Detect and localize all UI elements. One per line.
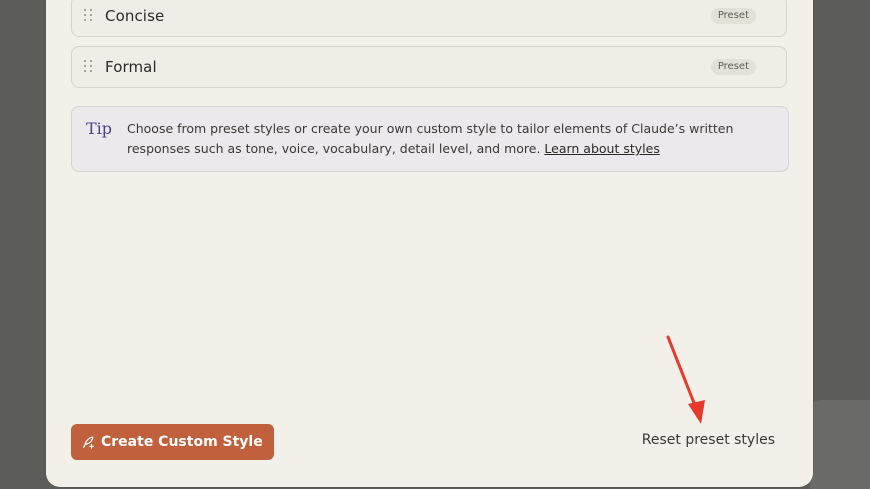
style-item-formal[interactable]: Formal Preset: [71, 46, 787, 88]
tip-text: Choose from preset styles or create your…: [127, 119, 777, 159]
preset-badge: Preset: [710, 59, 756, 75]
reset-preset-styles-button[interactable]: Reset preset styles: [642, 432, 775, 448]
style-name: Formal: [105, 58, 157, 76]
preset-badge: Preset: [710, 8, 756, 24]
style-item-concise[interactable]: Concise Preset: [71, 0, 787, 37]
create-custom-style-button[interactable]: Create Custom Style: [71, 424, 274, 460]
tip-box: Tip Choose from preset styles or create …: [71, 106, 789, 172]
background-panel: [810, 400, 870, 489]
drag-handle-icon[interactable]: [84, 9, 94, 23]
create-custom-style-label: Create Custom Style: [101, 434, 263, 450]
learn-about-styles-link[interactable]: Learn about styles: [544, 141, 659, 156]
tip-label: Tip: [86, 119, 113, 138]
quill-plus-icon: [83, 436, 94, 449]
style-name: Concise: [105, 7, 165, 25]
styles-dialog: Concise Preset Formal Preset Tip Choose …: [46, 0, 813, 487]
drag-handle-icon[interactable]: [84, 60, 94, 74]
